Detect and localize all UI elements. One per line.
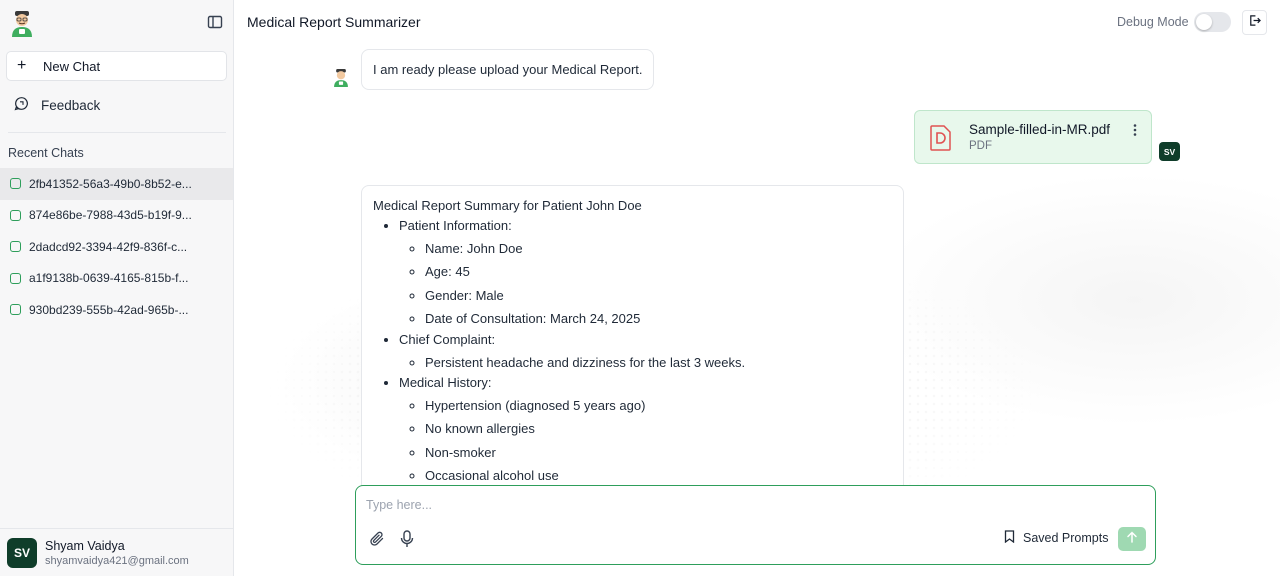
summary-message: Medical Report Summary for Patient John … [361, 185, 904, 505]
list-item: Occasional alcohol use [425, 467, 893, 484]
chat-icon [10, 272, 21, 284]
feedback-icon [14, 96, 29, 114]
send-button[interactable] [1118, 527, 1146, 551]
summary-section: Chief Complaint: Persistent headache and… [399, 331, 893, 371]
list-item: Name: John Doe [425, 240, 893, 257]
section-title: Chief Complaint: [399, 331, 496, 347]
chat-icon [10, 241, 21, 253]
avatar: SV [7, 538, 37, 568]
user-profile[interactable]: SV Shyam Vaidya shyamvaidya421@gmail.com [7, 538, 189, 568]
logout-button[interactable] [1242, 10, 1267, 35]
summary-section-list: Patient Information: Name: John Doe Age:… [373, 217, 893, 485]
user-message-avatar: SV [1159, 142, 1180, 161]
message-input[interactable] [366, 496, 1126, 514]
recent-chat-item[interactable]: 874e86be-7988-43d5-b19f-9... [0, 200, 233, 232]
chat-icon [10, 209, 21, 221]
recent-chat-title: 2fb41352-56a3-49b0-8b52-e... [29, 176, 192, 191]
user-email: shyamvaidya421@gmail.com [45, 555, 189, 567]
summary-section: Medical History: Hypertension (diagnosed… [399, 374, 893, 485]
recent-chat-title: a1f9138b-0639-4165-815b-f... [29, 271, 189, 286]
recent-chats-list: 2fb41352-56a3-49b0-8b52-e... 874e86be-79… [0, 168, 233, 326]
recent-chat-title: 874e86be-7988-43d5-b19f-9... [29, 208, 192, 223]
user-name: Shyam Vaidya [45, 539, 125, 553]
list-item: Non-smoker [425, 444, 893, 461]
list-item: Persistent headache and dizziness for th… [425, 354, 893, 371]
send-arrow-icon [1126, 530, 1138, 548]
top-bar: Medical Report Summarizer Debug Mode [234, 0, 1280, 44]
chat-icon [10, 304, 21, 316]
message-composer: Saved Prompts [355, 485, 1156, 565]
kebab-menu-icon[interactable] [1130, 123, 1140, 137]
sidebar: + New Chat Feedback Recent Chats 2fb4135… [0, 0, 234, 576]
chat-main: Medical Report Summarizer Debug Mode I a… [234, 0, 1280, 576]
sidebar-footer-divider [0, 528, 233, 529]
feedback-label: Feedback [41, 97, 101, 113]
recent-chat-title: 2dadcd92-3394-42f9-836f-c... [29, 239, 188, 254]
recent-chat-item[interactable]: 930bd239-555b-42ad-965b-... [0, 294, 233, 326]
recent-chat-item[interactable]: a1f9138b-0639-4165-815b-f... [0, 263, 233, 295]
bookmark-icon [1004, 530, 1015, 546]
bot-avatar-icon [332, 68, 350, 88]
page-title: Medical Report Summarizer [247, 14, 421, 30]
file-name: Sample-filled-in-MR.pdf [969, 122, 1111, 137]
recent-chats-heading: Recent Chats [8, 146, 84, 160]
list-item: No known allergies [425, 420, 893, 437]
section-title: Patient Information: [399, 218, 512, 233]
list-item: Age: 45 [425, 263, 893, 280]
toggle-knob [1196, 14, 1212, 30]
pdf-file-icon [929, 125, 953, 151]
feedback-button[interactable]: Feedback [14, 96, 100, 114]
section-title: Medical History: [399, 375, 492, 391]
summary-heading: Medical Report Summary for Patient John … [373, 198, 642, 213]
list-item: Hypertension (diagnosed 5 years ago) [425, 397, 893, 414]
saved-prompts-label: Saved Prompts [1023, 531, 1109, 545]
logout-icon [1248, 14, 1261, 32]
bot-message-text: I am ready please upload your Medical Re… [373, 62, 643, 77]
summary-section: Patient Information: Name: John Doe Age:… [399, 217, 893, 328]
debug-mode-toggle[interactable] [1194, 12, 1231, 32]
sidebar-divider [8, 132, 226, 133]
saved-prompts-button[interactable]: Saved Prompts [1004, 530, 1108, 546]
new-chat-label: New Chat [43, 58, 101, 74]
paperclip-icon[interactable] [369, 531, 385, 547]
recent-chat-item[interactable]: 2fb41352-56a3-49b0-8b52-e... [0, 168, 233, 200]
plus-icon: + [17, 57, 27, 74]
recent-chat-item[interactable]: 2dadcd92-3394-42f9-836f-c... [0, 231, 233, 263]
doctor-mascot-icon[interactable] [9, 10, 35, 38]
file-type: PDF [969, 140, 992, 152]
microphone-icon[interactable] [399, 530, 415, 548]
uploaded-file-card[interactable]: Sample-filled-in-MR.pdf PDF [914, 110, 1152, 164]
recent-chat-title: 930bd239-555b-42ad-965b-... [29, 302, 189, 317]
bot-message: I am ready please upload your Medical Re… [361, 49, 654, 90]
list-item: Gender: Male [425, 287, 893, 304]
chat-icon [10, 178, 21, 190]
new-chat-button[interactable]: + New Chat [6, 51, 227, 81]
debug-mode-label: Debug Mode [1117, 15, 1189, 29]
sidebar-toggle-icon[interactable] [207, 14, 223, 30]
list-item: Date of Consultation: March 24, 2025 [425, 310, 893, 327]
